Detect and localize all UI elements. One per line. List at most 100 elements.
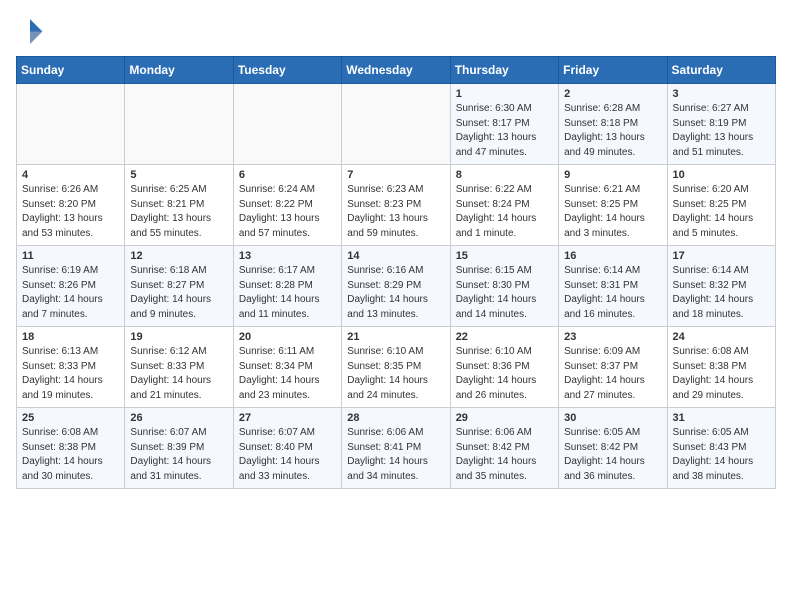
day-number: 1 (456, 88, 553, 100)
day-info: Sunrise: 6:07 AM Sunset: 8:40 PM Dayligh… (239, 426, 336, 484)
calendar-cell (233, 84, 341, 165)
day-info: Sunrise: 6:28 AM Sunset: 8:18 PM Dayligh… (564, 102, 661, 160)
day-number: 5 (130, 169, 227, 181)
day-number: 24 (673, 331, 770, 343)
day-number: 19 (130, 331, 227, 343)
day-info: Sunrise: 6:09 AM Sunset: 8:37 PM Dayligh… (564, 345, 661, 403)
calendar-cell: 10 Sunrise: 6:20 AM Sunset: 8:25 PM Dayli… (667, 165, 775, 246)
day-info: Sunrise: 6:30 AM Sunset: 8:17 PM Dayligh… (456, 102, 553, 160)
calendar-week-row: 18 Sunrise: 6:13 AM Sunset: 8:33 PM Dayli… (17, 327, 776, 408)
day-number: 13 (239, 250, 336, 262)
calendar-cell: 1 Sunrise: 6:30 AM Sunset: 8:17 PM Daylig… (450, 84, 558, 165)
day-info: Sunrise: 6:23 AM Sunset: 8:23 PM Dayligh… (347, 183, 444, 241)
day-number: 28 (347, 412, 444, 424)
day-info: Sunrise: 6:26 AM Sunset: 8:20 PM Dayligh… (22, 183, 119, 241)
day-info: Sunrise: 6:14 AM Sunset: 8:31 PM Dayligh… (564, 264, 661, 322)
calendar-cell (17, 84, 125, 165)
logo-icon (16, 16, 44, 44)
calendar-cell: 25Sunrise: 6:08 AM Sunset: 8:38 PM Dayli… (17, 408, 125, 489)
weekday-header: Tuesday (233, 57, 341, 84)
calendar-cell: 18 Sunrise: 6:13 AM Sunset: 8:33 PM Dayli… (17, 327, 125, 408)
weekday-header: Friday (559, 57, 667, 84)
day-number: 22 (456, 331, 553, 343)
calendar-cell: 17 Sunrise: 6:14 AM Sunset: 8:32 PM Dayli… (667, 246, 775, 327)
calendar-cell: 22 Sunrise: 6:10 AM Sunset: 8:36 PM Dayli… (450, 327, 558, 408)
day-number: 23 (564, 331, 661, 343)
calendar-cell: 23 Sunrise: 6:09 AM Sunset: 8:37 PM Dayli… (559, 327, 667, 408)
calendar-cell: 5 Sunrise: 6:25 AM Sunset: 8:21 PM Daylig… (125, 165, 233, 246)
calendar-week-row: 1 Sunrise: 6:30 AM Sunset: 8:17 PM Daylig… (17, 84, 776, 165)
day-info: Sunrise: 6:16 AM Sunset: 8:29 PM Dayligh… (347, 264, 444, 322)
calendar-week-row: 4 Sunrise: 6:26 AM Sunset: 8:20 PM Daylig… (17, 165, 776, 246)
calendar-week-row: 11 Sunrise: 6:19 AM Sunset: 8:26 PM Dayli… (17, 246, 776, 327)
calendar-cell: 13 Sunrise: 6:17 AM Sunset: 8:28 PM Dayli… (233, 246, 341, 327)
day-info: Sunrise: 6:11 AM Sunset: 8:34 PM Dayligh… (239, 345, 336, 403)
day-number: 27 (239, 412, 336, 424)
day-number: 14 (347, 250, 444, 262)
day-info: Sunrise: 6:07 AM Sunset: 8:39 PM Dayligh… (130, 426, 227, 484)
day-info: Sunrise: 6:10 AM Sunset: 8:35 PM Dayligh… (347, 345, 444, 403)
calendar-cell: 6 Sunrise: 6:24 AM Sunset: 8:22 PM Daylig… (233, 165, 341, 246)
day-number: 18 (22, 331, 119, 343)
calendar-cell: 28 Sunrise: 6:06 AM Sunset: 8:41 PM Dayli… (342, 408, 450, 489)
calendar-cell: 14 Sunrise: 6:16 AM Sunset: 8:29 PM Dayli… (342, 246, 450, 327)
weekday-header: Sunday (17, 57, 125, 84)
calendar-cell: 31Sunrise: 6:05 AM Sunset: 8:43 PM Dayli… (667, 408, 775, 489)
day-number: 15 (456, 250, 553, 262)
calendar-cell: 9 Sunrise: 6:21 AM Sunset: 8:25 PM Daylig… (559, 165, 667, 246)
calendar-cell: 12Sunrise: 6:18 AM Sunset: 8:27 PM Dayli… (125, 246, 233, 327)
day-number: 21 (347, 331, 444, 343)
calendar-cell: 11 Sunrise: 6:19 AM Sunset: 8:26 PM Dayli… (17, 246, 125, 327)
calendar-cell: 8Sunrise: 6:22 AM Sunset: 8:24 PM Daylig… (450, 165, 558, 246)
day-info: Sunrise: 6:06 AM Sunset: 8:41 PM Dayligh… (347, 426, 444, 484)
calendar-cell: 24Sunrise: 6:08 AM Sunset: 8:38 PM Dayli… (667, 327, 775, 408)
day-number: 4 (22, 169, 119, 181)
day-info: Sunrise: 6:14 AM Sunset: 8:32 PM Dayligh… (673, 264, 770, 322)
calendar-cell: 16 Sunrise: 6:14 AM Sunset: 8:31 PM Dayli… (559, 246, 667, 327)
calendar-cell: 30Sunrise: 6:05 AM Sunset: 8:42 PM Dayli… (559, 408, 667, 489)
day-number: 31 (673, 412, 770, 424)
weekday-header: Saturday (667, 57, 775, 84)
calendar-cell: 26Sunrise: 6:07 AM Sunset: 8:39 PM Dayli… (125, 408, 233, 489)
day-info: Sunrise: 6:21 AM Sunset: 8:25 PM Dayligh… (564, 183, 661, 241)
day-info: Sunrise: 6:19 AM Sunset: 8:26 PM Dayligh… (22, 264, 119, 322)
day-number: 12 (130, 250, 227, 262)
weekday-header: Wednesday (342, 57, 450, 84)
day-number: 16 (564, 250, 661, 262)
day-number: 29 (456, 412, 553, 424)
calendar-cell: 29 Sunrise: 6:06 AM Sunset: 8:42 PM Dayli… (450, 408, 558, 489)
logo (16, 16, 48, 44)
day-number: 2 (564, 88, 661, 100)
calendar-cell: 21 Sunrise: 6:10 AM Sunset: 8:35 PM Dayli… (342, 327, 450, 408)
day-number: 9 (564, 169, 661, 181)
calendar-cell: 7 Sunrise: 6:23 AM Sunset: 8:23 PM Daylig… (342, 165, 450, 246)
calendar-cell: 3 Sunrise: 6:27 AM Sunset: 8:19 PM Daylig… (667, 84, 775, 165)
day-info: Sunrise: 6:10 AM Sunset: 8:36 PM Dayligh… (456, 345, 553, 403)
day-info: Sunrise: 6:08 AM Sunset: 8:38 PM Dayligh… (22, 426, 119, 484)
day-info: Sunrise: 6:20 AM Sunset: 8:25 PM Dayligh… (673, 183, 770, 241)
weekday-header: Monday (125, 57, 233, 84)
day-info: Sunrise: 6:06 AM Sunset: 8:42 PM Dayligh… (456, 426, 553, 484)
calendar-cell: 2 Sunrise: 6:28 AM Sunset: 8:18 PM Daylig… (559, 84, 667, 165)
day-info: Sunrise: 6:27 AM Sunset: 8:19 PM Dayligh… (673, 102, 770, 160)
day-info: Sunrise: 6:25 AM Sunset: 8:21 PM Dayligh… (130, 183, 227, 241)
calendar-cell (125, 84, 233, 165)
day-number: 20 (239, 331, 336, 343)
day-info: Sunrise: 6:24 AM Sunset: 8:22 PM Dayligh… (239, 183, 336, 241)
day-number: 17 (673, 250, 770, 262)
day-number: 3 (673, 88, 770, 100)
day-number: 10 (673, 169, 770, 181)
day-number: 11 (22, 250, 119, 262)
page-header (16, 16, 776, 44)
calendar-cell (342, 84, 450, 165)
calendar-cell: 4 Sunrise: 6:26 AM Sunset: 8:20 PM Daylig… (17, 165, 125, 246)
day-info: Sunrise: 6:17 AM Sunset: 8:28 PM Dayligh… (239, 264, 336, 322)
day-info: Sunrise: 6:22 AM Sunset: 8:24 PM Dayligh… (456, 183, 553, 241)
day-info: Sunrise: 6:05 AM Sunset: 8:42 PM Dayligh… (564, 426, 661, 484)
calendar-table: SundayMondayTuesdayWednesdayThursdayFrid… (16, 56, 776, 489)
day-number: 7 (347, 169, 444, 181)
day-info: Sunrise: 6:13 AM Sunset: 8:33 PM Dayligh… (22, 345, 119, 403)
day-info: Sunrise: 6:15 AM Sunset: 8:30 PM Dayligh… (456, 264, 553, 322)
calendar-header-row: SundayMondayTuesdayWednesdayThursdayFrid… (17, 57, 776, 84)
day-number: 6 (239, 169, 336, 181)
